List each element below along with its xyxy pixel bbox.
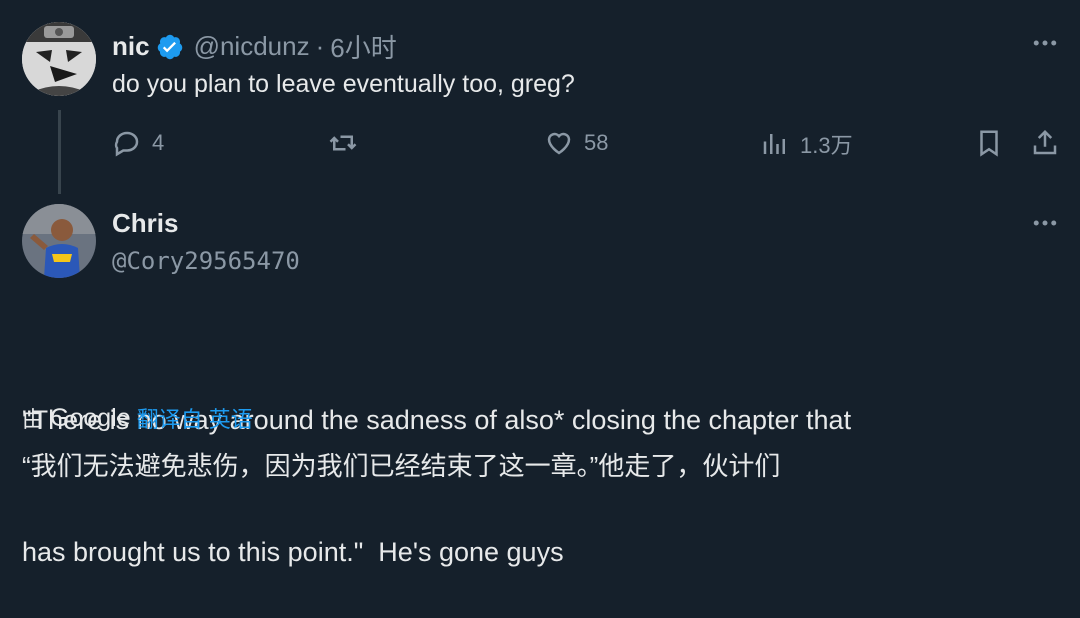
google-logo: Google <box>50 403 131 432</box>
translated-text: “我们无法避免悲伤，因为我们已经结束了这一章。”他走了，伙计们 <box>22 451 781 481</box>
avatar-image <box>22 22 96 96</box>
tweet2-header: Chris @Cory29565470 <box>112 208 300 275</box>
like-icon <box>547 132 571 155</box>
more-dots-icon[interactable] <box>1030 208 1060 244</box>
author-handle[interactable]: @nicdunz <box>194 31 310 62</box>
reply-count: 4 <box>152 130 165 155</box>
author-name[interactable]: Chris <box>112 208 300 239</box>
retweet-icon <box>329 135 357 151</box>
retweet-button[interactable] <box>328 128 368 158</box>
tweet1-text: do you plan to leave eventually too, gre… <box>112 70 575 98</box>
translation-attribution: 由 Google 翻译自 英语 <box>22 402 253 434</box>
share-icon[interactable] <box>1030 128 1060 163</box>
reply-button[interactable]: 4 <box>112 128 164 158</box>
tweet1-header: nic @nicdunz · 6小时 <box>112 28 397 65</box>
tweet-time[interactable]: 6小时 <box>330 28 396 65</box>
more-dots-icon[interactable] <box>1030 28 1060 64</box>
avatar-nic[interactable] <box>22 22 96 96</box>
like-count: 58 <box>584 130 609 155</box>
bookmark-icon[interactable] <box>974 128 1004 163</box>
avatar-chris[interactable] <box>22 204 96 278</box>
tweet2-text-line: has brought us to this point." He's gone… <box>22 537 564 567</box>
views-icon <box>763 134 785 154</box>
views-button[interactable]: 1.3万 <box>760 128 853 160</box>
avatar-image <box>22 204 96 278</box>
reply-icon <box>114 131 139 157</box>
author-name[interactable]: nic <box>112 31 150 62</box>
thread-connector <box>58 110 61 194</box>
author-handle[interactable]: @Cory29565470 <box>112 247 300 275</box>
translated-by-label: 由 <box>22 407 45 432</box>
views-count: 1.3万 <box>800 133 853 158</box>
translate-link[interactable]: 翻译自 英语 <box>137 402 253 434</box>
separator-dot: · <box>315 31 325 61</box>
verified-badge-icon <box>156 33 184 61</box>
like-button[interactable]: 58 <box>544 128 608 158</box>
